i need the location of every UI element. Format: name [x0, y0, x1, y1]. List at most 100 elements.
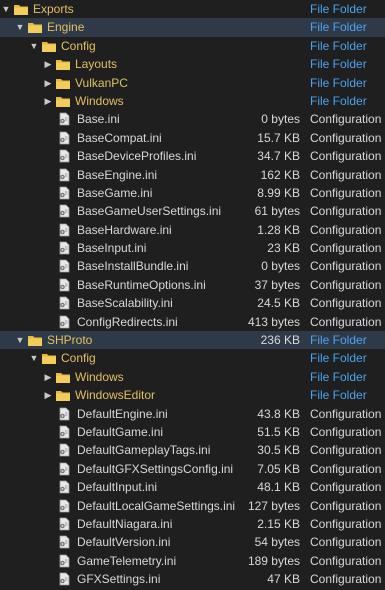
file-row-configredirects[interactable]: ConfigRedirects.ini 413 bytes Configuratio… — [0, 313, 385, 331]
file-row-defaultgame[interactable]: DefaultGame.ini 51.5 KB Configuration — [0, 423, 385, 441]
chevron-right-icon[interactable]: ▶ — [42, 55, 54, 73]
item-type: Configuration — [310, 259, 382, 274]
folder-icon — [27, 21, 43, 34]
item-name: BaseInstallBundle.ini — [77, 259, 189, 274]
item-name: BaseRuntimeOptions.ini — [77, 277, 206, 292]
item-type: Configuration — [310, 296, 382, 311]
file-row-base[interactable]: Base.ini 0 bytes Configuration — [0, 110, 385, 128]
item-type: Configuration — [310, 406, 382, 421]
item-type: File Folder — [310, 93, 367, 108]
ini-file-icon — [57, 407, 73, 421]
folder-icon — [13, 3, 29, 16]
ini-file-icon — [57, 241, 73, 255]
file-row-baseruntimeoptions[interactable]: BaseRuntimeOptions.ini 37 bytes Configurat… — [0, 276, 385, 294]
item-size: 54 bytes — [254, 535, 300, 550]
folder-row-engine-config[interactable]: ▼ Config File Folder — [0, 37, 385, 55]
file-row-defaultgfxsettingsconfig[interactable]: DefaultGFXSettingsConfig.ini 7.05 KB Confi… — [0, 460, 385, 478]
item-type: File Folder — [310, 388, 367, 403]
ini-file-icon — [57, 168, 73, 182]
item-size: 0 bytes — [261, 259, 300, 274]
folder-row-vulkanpc[interactable]: ▶ VulkanPC File Folder — [0, 74, 385, 92]
item-size: 189 bytes — [247, 553, 300, 568]
item-size: 51.5 KB — [257, 424, 300, 439]
chevron-down-icon[interactable]: ▼ — [28, 349, 40, 367]
chevron-right-icon[interactable]: ▶ — [42, 92, 54, 110]
file-row-baseinput[interactable]: BaseInput.ini 23 KB Configuration — [0, 239, 385, 257]
file-row-basehardware[interactable]: BaseHardware.ini 1.28 KB Configuration — [0, 221, 385, 239]
item-name: Base.ini — [77, 112, 120, 127]
item-name: DefaultLocalGameSettings.ini — [77, 498, 236, 513]
ini-file-icon — [57, 149, 73, 163]
file-row-defaultinput[interactable]: DefaultInput.ini 48.1 KB Configuration — [0, 478, 385, 496]
file-row-defaultversion[interactable]: DefaultVersion.ini 54 bytes Configuration — [0, 533, 385, 551]
file-row-basegameusersettings[interactable]: BaseGameUserSettings.ini 61 bytes Configur… — [0, 202, 385, 220]
folder-icon — [55, 58, 71, 71]
folder-row-engine[interactable]: ▼ Engine File Folder — [0, 18, 385, 37]
file-row-gfxsettings[interactable]: GFXSettings.ini 47 KB Configuration — [0, 570, 385, 588]
item-size: 15.7 KB — [257, 130, 300, 145]
item-name: DefaultNiagara.ini — [77, 516, 173, 531]
ini-file-icon — [57, 186, 73, 200]
item-size: 34.7 KB — [257, 149, 300, 164]
chevron-down-icon[interactable]: ▼ — [0, 0, 12, 18]
item-type: File Folder — [310, 369, 367, 384]
file-row-basecompat[interactable]: BaseCompat.ini 15.7 KB Configuration — [0, 129, 385, 147]
chevron-down-icon[interactable]: ▼ — [14, 331, 26, 349]
item-type: File Folder — [310, 57, 367, 72]
item-name: Layouts — [75, 57, 118, 72]
ini-file-icon — [57, 315, 73, 329]
ini-file-icon — [57, 535, 73, 549]
chevron-right-icon[interactable]: ▶ — [42, 74, 54, 92]
ini-file-icon — [57, 131, 73, 145]
item-size: 1.28 KB — [257, 222, 300, 237]
ini-file-icon — [57, 480, 73, 494]
folder-icon — [41, 352, 57, 365]
chevron-right-icon[interactable]: ▶ — [42, 368, 54, 386]
ini-file-icon — [57, 462, 73, 476]
folder-row-shproto-config[interactable]: ▼ Config File Folder — [0, 349, 385, 367]
item-type: Configuration — [310, 443, 382, 458]
item-size: 127 bytes — [247, 498, 300, 513]
item-type: Configuration — [310, 480, 382, 495]
folder-row-windows1[interactable]: ▶ Windows File Folder — [0, 92, 385, 110]
file-row-basegame[interactable]: BaseGame.ini 8.99 KB Configuration — [0, 184, 385, 202]
item-name: BaseInput.ini — [77, 241, 147, 256]
item-size: 7.05 KB — [257, 461, 300, 476]
file-row-gametelemetry[interactable]: GameTelemetry.ini 189 bytes Configuration — [0, 552, 385, 570]
item-name: BaseScalability.ini — [77, 296, 173, 311]
folder-row-layouts[interactable]: ▶ Layouts File Folder — [0, 55, 385, 73]
item-type: Configuration — [310, 277, 382, 292]
folder-row-windows2[interactable]: ▶ Windows File Folder — [0, 368, 385, 386]
item-name: Exports — [33, 2, 74, 16]
item-name: DefaultInput.ini — [77, 480, 158, 495]
file-row-basescalability[interactable]: BaseScalability.ini 24.5 KB Configuration — [0, 294, 385, 312]
chevron-down-icon[interactable]: ▼ — [28, 37, 40, 55]
file-row-baseengine[interactable]: BaseEngine.ini 162 KB Configuration — [0, 166, 385, 184]
folder-row-windowseditor[interactable]: ▶ WindowsEditor File Folder — [0, 386, 385, 404]
item-type: Configuration — [310, 222, 382, 237]
item-name: BaseGameUserSettings.ini — [77, 204, 222, 219]
file-row-basedeviceprofiles[interactable]: BaseDeviceProfiles.ini 34.7 KB Configurati… — [0, 147, 385, 165]
file-row-baseinstallbundle[interactable]: BaseInstallBundle.ini 0 bytes Configuratio… — [0, 257, 385, 275]
folder-icon — [55, 389, 71, 402]
folder-icon — [41, 40, 57, 53]
file-row-defaultengine[interactable]: DefaultEngine.ini 43.8 KB Configuration — [0, 405, 385, 423]
item-size: 162 KB — [260, 167, 300, 182]
item-type: Configuration — [310, 112, 382, 127]
item-name: Config — [61, 38, 96, 53]
item-name: DefaultGameplayTags.ini — [77, 443, 211, 458]
ini-file-icon — [57, 443, 73, 457]
item-type: File Folder — [310, 351, 367, 366]
file-row-defaultgameplaytags[interactable]: DefaultGameplayTags.ini 30.5 KB Configurat… — [0, 441, 385, 459]
folder-row-exports[interactable]: ▼ Exports File Folder — [0, 0, 385, 18]
folder-icon — [55, 371, 71, 384]
chevron-right-icon[interactable]: ▶ — [42, 386, 54, 404]
file-row-defaultlocalgamesettings[interactable]: DefaultLocalGameSettings.ini 127 bytes Con… — [0, 497, 385, 515]
item-type: Configuration — [310, 204, 382, 219]
folder-row-shproto[interactable]: ▼ SHProto 236 KB File Folder — [0, 331, 385, 350]
item-size: 61 bytes — [254, 204, 300, 219]
item-name: DefaultGame.ini — [77, 424, 164, 439]
item-name: BaseEngine.ini — [77, 167, 158, 182]
chevron-down-icon[interactable]: ▼ — [14, 18, 26, 36]
file-row-defaultniagara[interactable]: DefaultNiagara.ini 2.15 KB Configuration — [0, 515, 385, 533]
